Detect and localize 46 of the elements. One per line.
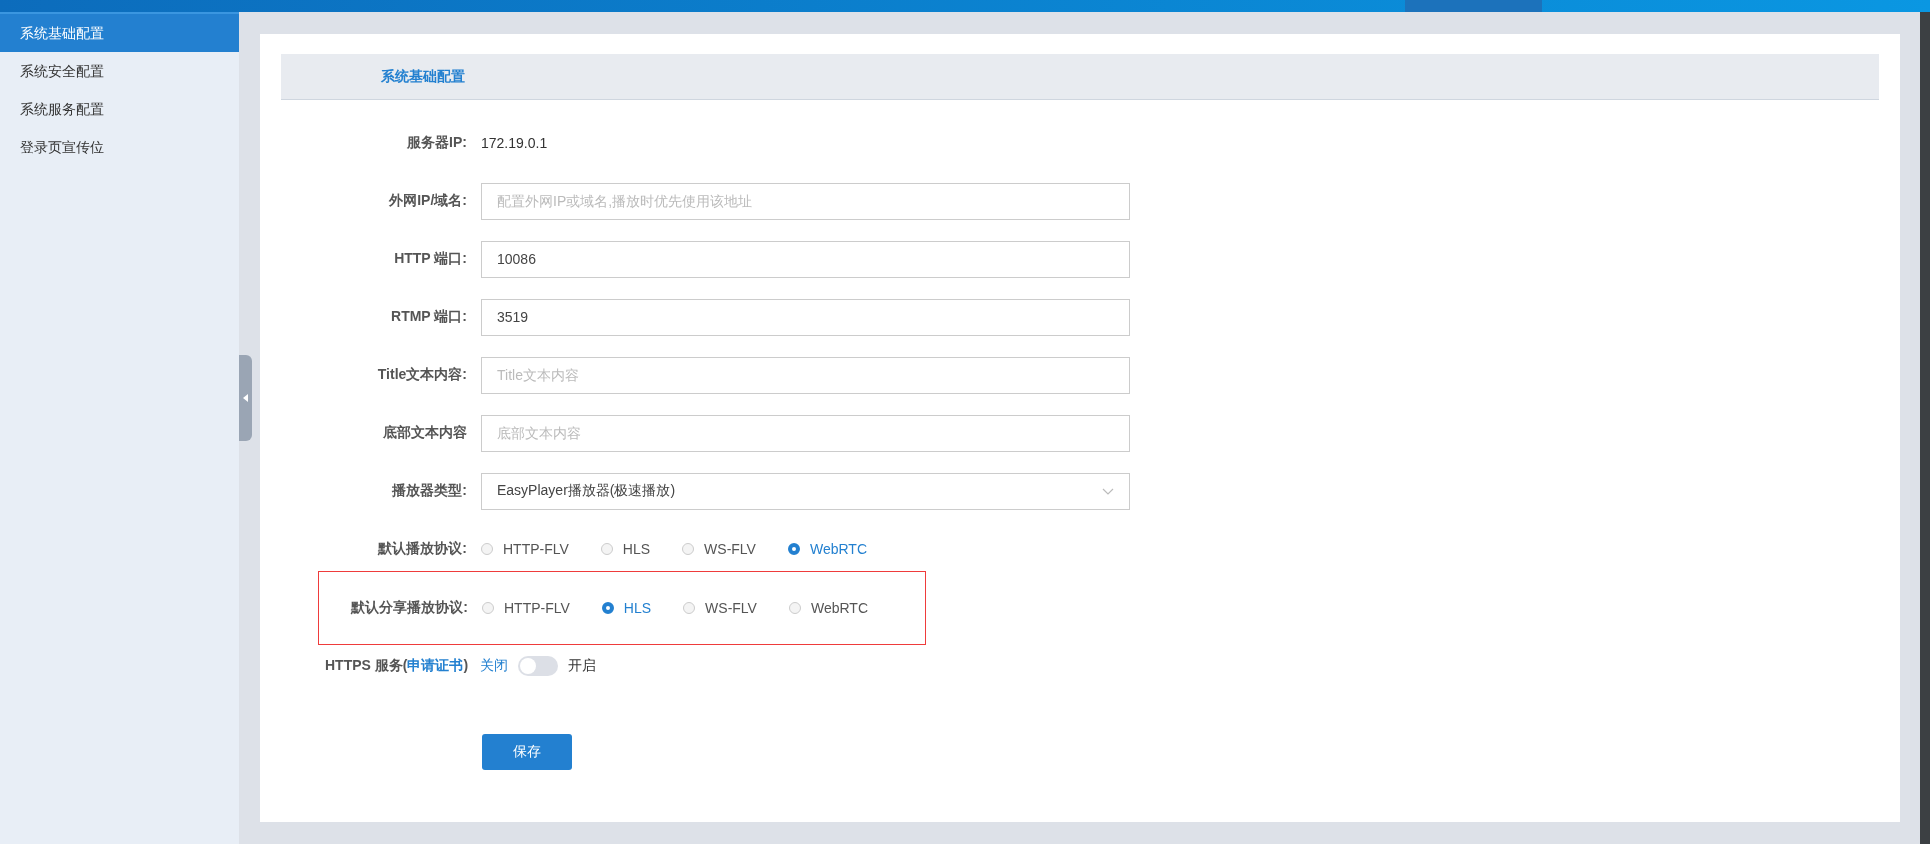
radio-button[interactable] bbox=[481, 543, 493, 555]
field-label: 播放器类型: bbox=[391, 482, 468, 500]
sidebar-item[interactable]: 系统基础配置 bbox=[0, 14, 239, 52]
radio-button[interactable] bbox=[482, 602, 494, 614]
field-label: Title文本内容: bbox=[376, 366, 468, 384]
radio-option[interactable]: WebRTC bbox=[788, 600, 868, 616]
field-value: 172.19.0.1 bbox=[481, 135, 548, 151]
field-label: 服务器IP: bbox=[406, 134, 468, 152]
radio-option[interactable]: HTTP-FLV bbox=[482, 600, 570, 616]
field-label: 默认分享播放协议: bbox=[349, 599, 469, 617]
radio-button[interactable] bbox=[601, 602, 614, 614]
radio-button[interactable] bbox=[788, 602, 801, 614]
toggle-switch[interactable] bbox=[518, 656, 559, 676]
input-field[interactable]: 底部文本内容 bbox=[481, 414, 1130, 452]
chevron-down-icon bbox=[1102, 487, 1114, 495]
radio-option[interactable]: HLS bbox=[600, 541, 651, 557]
input-field[interactable]: 配置外网IP或域名,播放时优先使用该地址 bbox=[481, 182, 1130, 220]
switch-on-label: 开启 bbox=[568, 657, 597, 675]
caret-left-icon bbox=[242, 394, 249, 402]
switch-off-label: 关闭 bbox=[480, 657, 509, 675]
sidebar-item[interactable]: 系统服务配置 bbox=[0, 90, 239, 128]
sidebar-item[interactable]: 系统安全配置 bbox=[0, 52, 239, 90]
radio-option[interactable]: HLS bbox=[601, 600, 652, 616]
radio-button[interactable] bbox=[600, 543, 613, 555]
field-label: 外网IP/域名: bbox=[388, 192, 468, 210]
collapse-handle[interactable] bbox=[239, 355, 252, 441]
field-label: 默认播放协议: bbox=[376, 540, 468, 558]
radio-option[interactable]: WS-FLV bbox=[682, 541, 756, 557]
apply-certificate-link[interactable]: 申请证书 bbox=[407, 657, 464, 673]
radio-button[interactable] bbox=[787, 543, 800, 555]
section-title: 系统基础配置 bbox=[381, 67, 465, 86]
sidebar-item[interactable]: 登录页宣传位 bbox=[0, 128, 239, 166]
radio-button[interactable] bbox=[682, 543, 695, 555]
radio-option[interactable]: WS-FLV bbox=[683, 600, 757, 616]
field-label: 底部文本内容 bbox=[382, 424, 468, 442]
field-label: HTTP 端口: bbox=[393, 250, 468, 268]
input-field[interactable]: 10086 bbox=[481, 240, 1130, 278]
input-field[interactable]: 3519 bbox=[481, 298, 1130, 336]
field-label: HTTPS 服务(申请证书) bbox=[325, 657, 469, 675]
radio-button[interactable] bbox=[683, 602, 696, 614]
radio-option[interactable]: HTTP-FLV bbox=[481, 541, 569, 557]
save-button[interactable]: 保存 bbox=[482, 734, 572, 770]
field-label: RTMP 端口: bbox=[390, 308, 468, 326]
select-field[interactable]: EasyPlayer播放器(极速播放) bbox=[481, 472, 1130, 510]
radio-option[interactable]: WebRTC bbox=[787, 541, 867, 557]
input-field[interactable]: Title文本内容 bbox=[481, 356, 1130, 394]
